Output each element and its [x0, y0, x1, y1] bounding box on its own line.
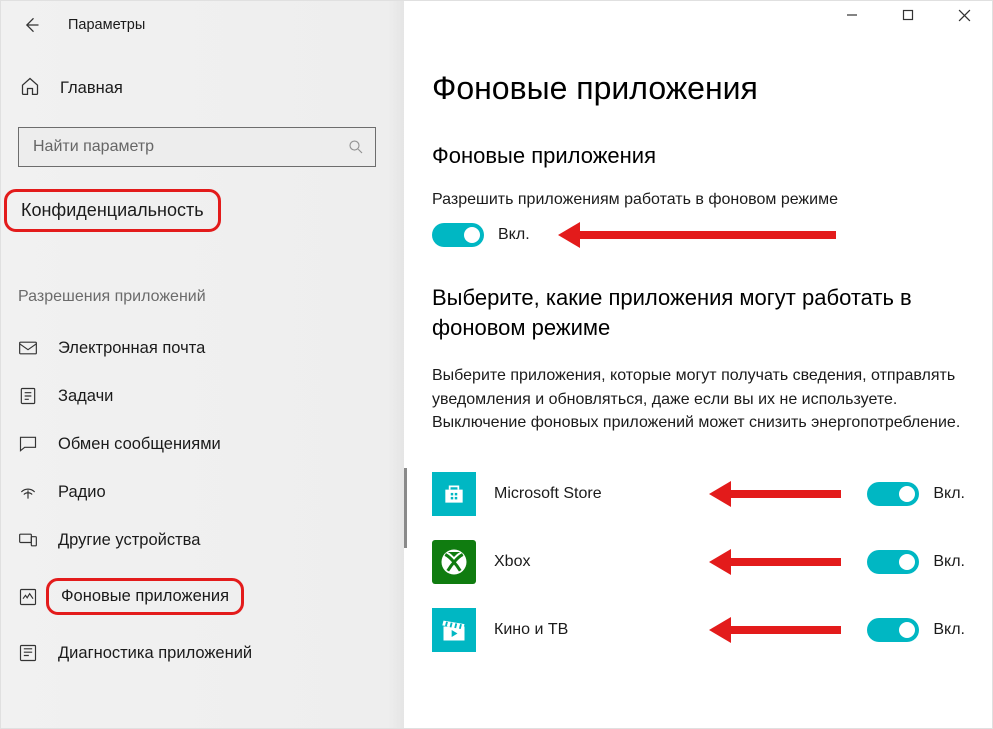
- app-toggle-state: Вкл.: [933, 485, 965, 503]
- store-icon: [432, 472, 476, 516]
- sidebar-item-label: Задачи: [58, 387, 113, 406]
- movies-tv-icon: [432, 608, 476, 652]
- page-title: Фоновые приложения: [432, 70, 965, 107]
- tasks-icon: [18, 386, 38, 406]
- app-toggle-xbox[interactable]: [867, 550, 919, 574]
- sidebar-item-label: Другие устройства: [58, 531, 200, 550]
- minimize-button[interactable]: [829, 4, 875, 26]
- window-controls: [829, 4, 987, 26]
- master-toggle-state: Вкл.: [498, 226, 530, 244]
- sidebar-item-background-apps[interactable]: Фоновые приложения: [0, 564, 404, 629]
- sidebar-item-label: Электронная почта: [58, 339, 205, 358]
- sidebar-item-messaging[interactable]: Обмен сообщениями: [0, 420, 404, 468]
- sidebar-item-diagnostics[interactable]: Диагностика приложений: [0, 629, 404, 677]
- background-apps-icon: [18, 587, 38, 607]
- app-name: Xbox: [494, 553, 849, 571]
- master-toggle[interactable]: [432, 223, 484, 247]
- scrollbar[interactable]: [404, 468, 407, 548]
- sidebar-item-label: Обмен сообщениями: [58, 435, 221, 454]
- app-row-xbox: Xbox Вкл.: [432, 528, 965, 596]
- sidebar-item-tasks[interactable]: Задачи: [0, 372, 404, 420]
- xbox-icon: [432, 540, 476, 584]
- mail-icon: [18, 338, 38, 358]
- search-icon: [347, 138, 365, 156]
- main-content: Фоновые приложения Фоновые приложения Ра…: [404, 0, 993, 729]
- group-label: Разрешения приложений: [0, 288, 404, 306]
- home-label: Главная: [60, 79, 123, 98]
- master-toggle-label: Разрешить приложениям работать в фоновом…: [432, 191, 965, 209]
- sidebar-item-radio[interactable]: Радио: [0, 468, 404, 516]
- category-header: Конфиденциальность: [4, 189, 221, 232]
- close-icon: [958, 9, 971, 22]
- help-text: Выберите приложения, которые могут получ…: [432, 364, 962, 434]
- sidebar-item-label: Диагностика приложений: [58, 644, 252, 663]
- app-row-movies: Кино и ТВ Вкл.: [432, 596, 965, 664]
- section-title-choose-apps: Выберите, какие приложения могут работат…: [432, 283, 965, 342]
- sidebar-item-label: Радио: [58, 483, 106, 502]
- app-toggle-state: Вкл.: [933, 553, 965, 571]
- back-button[interactable]: [20, 14, 42, 36]
- arrow-left-icon: [21, 15, 41, 35]
- home-nav[interactable]: Главная: [0, 76, 404, 101]
- sidebar-item-email[interactable]: Электронная почта: [0, 324, 404, 372]
- nav-list: Электронная почта Задачи Обмен сообщения…: [0, 324, 404, 677]
- sidebar-item-devices[interactable]: Другие устройства: [0, 516, 404, 564]
- close-button[interactable]: [941, 4, 987, 26]
- app-toggle-movies[interactable]: [867, 618, 919, 642]
- devices-icon: [18, 530, 38, 550]
- radio-icon: [18, 482, 38, 502]
- sidebar-item-label: Фоновые приложения: [46, 578, 244, 615]
- home-icon: [20, 76, 40, 101]
- app-name: Кино и ТВ: [494, 621, 849, 639]
- app-toggle-store[interactable]: [867, 482, 919, 506]
- app-row-store: Microsoft Store Вкл.: [432, 460, 965, 528]
- app-toggle-state: Вкл.: [933, 621, 965, 639]
- maximize-icon: [902, 9, 914, 21]
- search-input[interactable]: [31, 137, 347, 157]
- messaging-icon: [18, 434, 38, 454]
- diagnostics-icon: [18, 643, 38, 663]
- annotation-arrow: [576, 231, 836, 239]
- sidebar: Параметры Главная Конфиденциальность Раз…: [0, 0, 404, 729]
- minimize-icon: [846, 9, 858, 21]
- app-name: Microsoft Store: [494, 485, 849, 503]
- maximize-button[interactable]: [885, 4, 931, 26]
- section-title-background: Фоновые приложения: [432, 143, 965, 169]
- app-title: Параметры: [68, 17, 145, 33]
- search-box[interactable]: [18, 127, 376, 167]
